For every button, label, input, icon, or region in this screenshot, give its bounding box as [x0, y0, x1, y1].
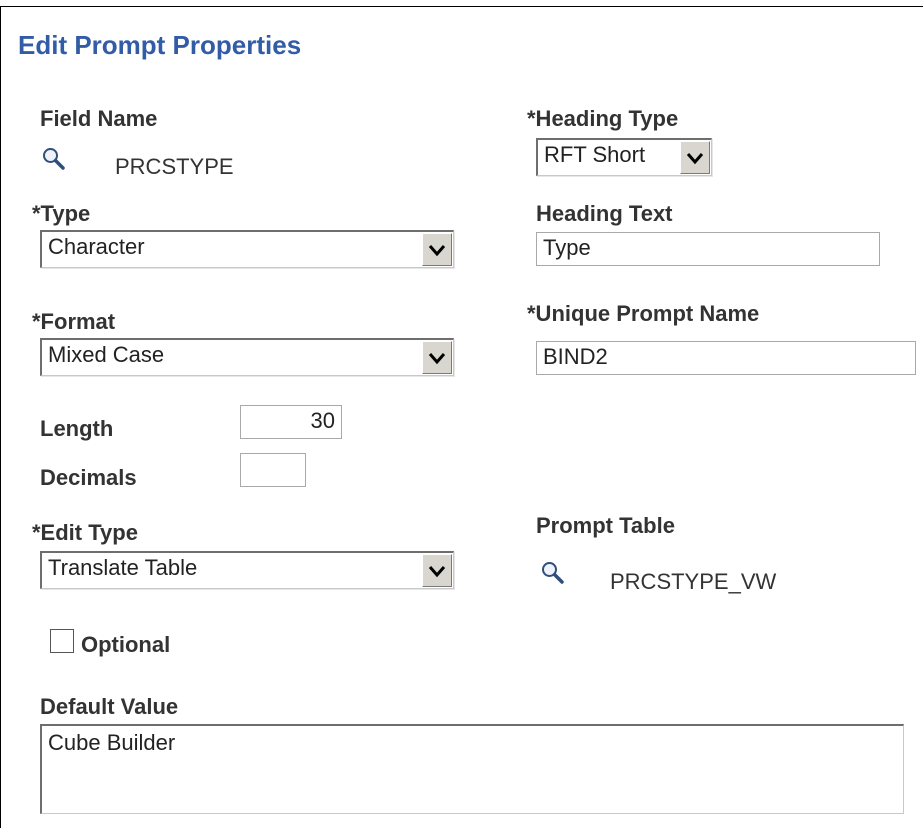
default-value-textarea[interactable]: Cube Builder — [40, 724, 904, 814]
length-input[interactable]: 30 — [240, 405, 342, 439]
heading-type-value: RFT Short — [544, 142, 646, 167]
chevron-down-icon[interactable] — [422, 341, 452, 374]
type-select[interactable]: Character — [40, 230, 454, 268]
default-value-label: Default Value — [40, 694, 179, 719]
decimals-label: Decimals — [40, 465, 137, 490]
edit-type-select[interactable]: Translate Table — [40, 551, 454, 589]
format-label: *Format — [32, 309, 116, 334]
prompt-table-label: Prompt Table — [536, 513, 675, 538]
edit-type-value: Translate Table — [48, 555, 198, 580]
search-icon[interactable] — [41, 146, 67, 172]
chevron-down-icon[interactable] — [422, 554, 452, 587]
heading-text-input[interactable]: Type — [536, 232, 880, 266]
field-name-value: PRCSTYPE — [115, 154, 234, 179]
heading-type-select[interactable]: RFT Short — [536, 138, 712, 176]
unique-prompt-name-label: *Unique Prompt Name — [527, 301, 760, 326]
prompt-table-value: PRCSTYPE_VW — [610, 569, 777, 594]
length-label: Length — [40, 416, 114, 441]
field-name-label: Field Name — [40, 106, 158, 131]
optional-checkbox[interactable] — [50, 629, 74, 653]
type-value: Character — [48, 234, 145, 259]
chevron-down-icon[interactable] — [680, 141, 710, 174]
edit-type-label: *Edit Type — [32, 520, 138, 545]
heading-type-label: *Heading Type — [527, 106, 679, 131]
type-label: *Type — [32, 201, 91, 226]
page-title: Edit Prompt Properties — [18, 30, 302, 60]
heading-text-label: Heading Text — [536, 201, 673, 226]
chevron-down-icon[interactable] — [422, 233, 452, 266]
format-select[interactable]: Mixed Case — [40, 338, 454, 376]
unique-prompt-name-input[interactable]: BIND2 — [536, 341, 916, 375]
format-value: Mixed Case — [48, 342, 165, 367]
optional-label: Optional — [81, 632, 171, 657]
search-icon[interactable] — [540, 560, 566, 586]
decimals-input[interactable] — [240, 453, 306, 487]
